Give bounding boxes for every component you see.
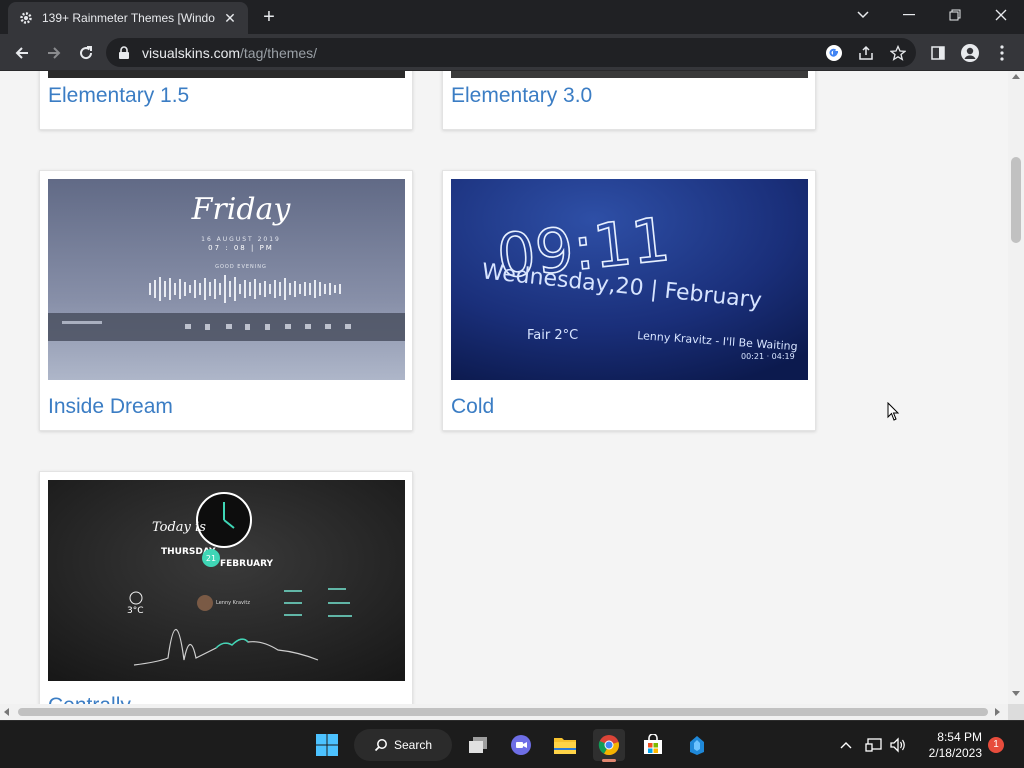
google-lens-icon[interactable] xyxy=(820,39,848,67)
theme-title-link[interactable]: Inside Dream xyxy=(48,395,173,419)
browser-tab[interactable]: 139+ Rainmeter Themes [Windo ✕ xyxy=(8,2,248,34)
share-icon[interactable] xyxy=(852,39,880,67)
reload-button[interactable] xyxy=(72,39,100,67)
taskbar-clock[interactable]: 8:54 PM 2/18/2023 xyxy=(918,729,982,761)
browser-toolbar: visualskins.com/tag/themes/ xyxy=(0,34,1024,71)
task-view-icon[interactable] xyxy=(462,729,494,761)
theme-card-elementary-3-0[interactable]: Elementary 3.0 xyxy=(442,71,816,130)
theme-thumbnail[interactable] xyxy=(451,71,808,78)
thumb-day: Friday xyxy=(191,192,292,227)
rainmeter-app-icon[interactable] xyxy=(681,729,713,761)
url-text: visualskins.com/tag/themes/ xyxy=(142,44,318,61)
tab-search-icon[interactable] xyxy=(840,0,886,30)
search-icon xyxy=(374,739,387,752)
minimize-button[interactable] xyxy=(886,0,932,30)
gear-icon xyxy=(18,10,34,26)
theme-thumbnail[interactable]: Friday 16 AUGUST 2019 07 : 08 | PM GOOD … xyxy=(48,179,405,380)
taskbar-search[interactable]: Search xyxy=(354,729,452,761)
thumb-artist: Lenny Kravitz xyxy=(216,600,250,606)
forward-button[interactable] xyxy=(40,39,68,67)
address-bar[interactable]: visualskins.com/tag/themes/ xyxy=(106,38,916,67)
theme-title-link[interactable]: Elementary 3.0 xyxy=(451,84,592,108)
chrome-taskbar-icon[interactable] xyxy=(593,729,625,762)
notification-badge[interactable]: 1 xyxy=(988,737,1004,753)
show-hidden-icons-icon[interactable] xyxy=(834,729,858,761)
microsoft-store-icon[interactable] xyxy=(637,729,669,761)
close-window-button[interactable] xyxy=(978,0,1024,30)
windows-taskbar: Search 8:54 PM 2/18/2023 1 xyxy=(0,720,1024,768)
volume-icon[interactable] xyxy=(886,729,910,761)
theme-card-centrally[interactable]: Today is THURSDAY 21 FEBRUARY 3°C Lenny … xyxy=(39,471,413,704)
clock-date: 2/18/2023 xyxy=(928,746,982,760)
scroll-down-icon[interactable] xyxy=(1012,691,1020,696)
profile-avatar-icon[interactable] xyxy=(956,39,984,67)
restore-button[interactable] xyxy=(932,0,978,30)
scroll-up-icon[interactable] xyxy=(1012,74,1020,79)
thumb-time: 07 : 08 | PM xyxy=(208,244,274,252)
network-icon[interactable] xyxy=(862,729,886,761)
search-label: Search xyxy=(394,738,433,752)
theme-title-link[interactable]: Centrally xyxy=(48,694,131,704)
thumb-month: FEBRUARY xyxy=(220,559,274,569)
scroll-right-icon[interactable] xyxy=(995,708,1000,716)
theme-thumbnail[interactable] xyxy=(48,71,405,78)
vertical-scroll-thumb[interactable] xyxy=(1011,157,1021,243)
tab-title: 139+ Rainmeter Themes [Windo xyxy=(42,11,215,25)
horizontal-scroll-thumb[interactable] xyxy=(18,708,988,716)
new-tab-button[interactable]: + xyxy=(258,6,280,28)
thumb-greeting: GOOD EVENING xyxy=(215,264,267,270)
mouse-cursor-icon xyxy=(887,402,900,421)
teams-chat-icon[interactable] xyxy=(505,729,537,761)
vertical-scrollbar[interactable] xyxy=(1008,71,1024,704)
back-button[interactable] xyxy=(8,39,36,67)
scroll-left-icon[interactable] xyxy=(4,708,9,716)
tab-strip: 139+ Rainmeter Themes [Windo ✕ + xyxy=(0,0,1024,34)
bookmark-star-icon[interactable] xyxy=(884,39,912,67)
close-tab-icon[interactable]: ✕ xyxy=(222,10,238,26)
thumb-date: 16 AUGUST 2019 xyxy=(201,236,281,243)
windows-start-icon[interactable] xyxy=(311,729,343,761)
theme-card-cold[interactable]: 09:11 Wednesday,20 | February Fair 2°C L… xyxy=(442,170,816,431)
thumb-weather: Fair 2°C xyxy=(527,328,578,343)
thumb-progress: 00:21 · 04:19 xyxy=(741,352,795,361)
theme-thumbnail[interactable]: 09:11 Wednesday,20 | February Fair 2°C L… xyxy=(451,179,808,380)
theme-title-link[interactable]: Elementary 1.5 xyxy=(48,84,189,108)
side-panel-icon[interactable] xyxy=(924,39,952,67)
theme-thumbnail[interactable]: Today is THURSDAY 21 FEBRUARY 3°C Lenny … xyxy=(48,480,405,681)
thumb-temp: 3°C xyxy=(127,606,144,616)
theme-card-elementary-1-5[interactable]: Elementary 1.5 xyxy=(39,71,413,130)
lock-icon[interactable] xyxy=(118,45,132,60)
theme-card-inside-dream[interactable]: Friday 16 AUGUST 2019 07 : 08 | PM GOOD … xyxy=(39,170,413,431)
clock-time: 8:54 PM xyxy=(937,730,982,744)
theme-title-link[interactable]: Cold xyxy=(451,395,494,419)
horizontal-scrollbar[interactable] xyxy=(0,704,1008,720)
thumb-day: 21 xyxy=(206,554,216,563)
page-viewport: Elementary 1.5 Elementary 3.0 Friday 16 … xyxy=(0,71,1008,704)
menu-kebab-icon[interactable] xyxy=(988,39,1016,67)
thumb-today: Today is xyxy=(152,520,206,535)
file-explorer-icon[interactable] xyxy=(549,729,581,761)
scrollbar-corner xyxy=(1008,704,1024,720)
